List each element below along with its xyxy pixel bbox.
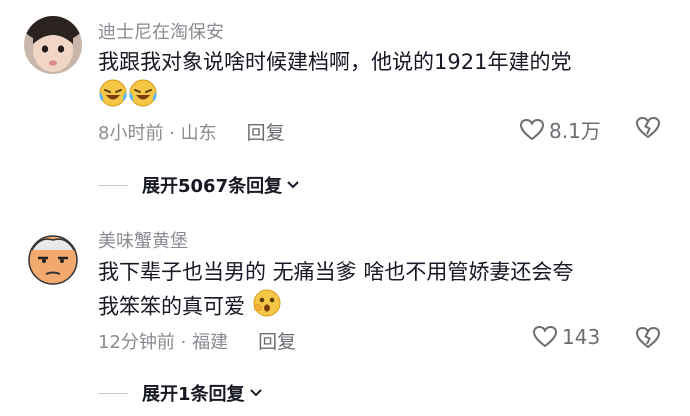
avatar-image (24, 228, 82, 286)
comment-item: 美味蟹黄堡 我下辈子也当男的 无痛当爹 啥也不用管娇妻还会夸 我笨笨的真可爱 1… (0, 0, 690, 416)
comment-text: 我下辈子也当男的 无痛当爹 啥也不用管娇妻还会夸 我笨笨的真可爱 (98, 256, 573, 327)
heart-icon (532, 325, 558, 348)
expand-replies-button[interactable]: 展开1条回复 (98, 380, 263, 406)
comment-text-line: 我笨笨的真可爱 (98, 294, 245, 319)
divider-line (98, 392, 128, 394)
chevron-down-icon (249, 389, 262, 397)
dislike-button[interactable] (635, 325, 661, 355)
shocked-emoji-icon (252, 288, 282, 327)
expand-replies-label: 展开1条回复 (142, 384, 245, 405)
avatar[interactable] (24, 228, 82, 286)
like-button[interactable]: 143 (532, 325, 600, 349)
like-count: 143 (562, 325, 601, 349)
broken-heart-icon (635, 326, 661, 349)
comment-meta: 12分钟前 · 福建 回复 (98, 327, 296, 354)
time-location: 12分钟前 · 福建 (98, 331, 229, 353)
reply-button[interactable]: 回复 (258, 327, 296, 354)
comment-text-line: 我下辈子也当男的 无痛当爹 啥也不用管娇妻还会夸 (98, 260, 574, 284)
username[interactable]: 美味蟹黄堡 (98, 227, 188, 253)
